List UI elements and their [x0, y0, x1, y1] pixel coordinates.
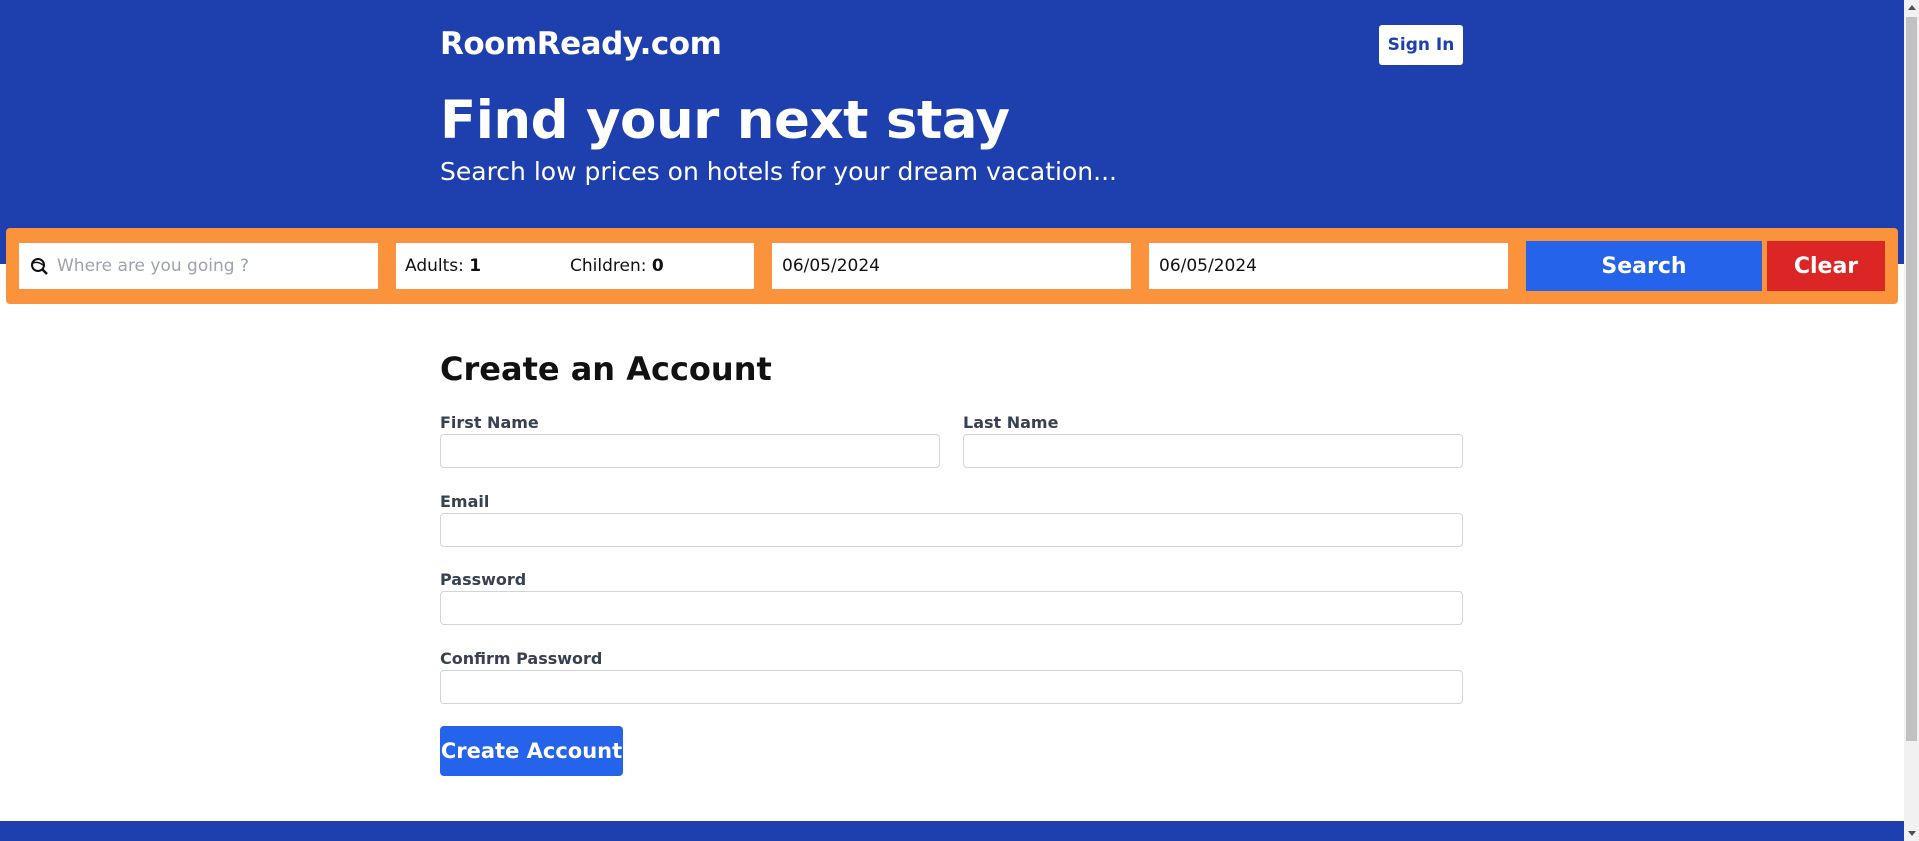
search-button[interactable]: Search: [1526, 241, 1762, 291]
email-input[interactable]: [440, 513, 1463, 547]
confirm-password-input[interactable]: [440, 670, 1463, 704]
clear-button[interactable]: Clear: [1767, 241, 1885, 291]
destination-input[interactable]: [57, 256, 357, 276]
children-label: Children:: [570, 256, 647, 276]
check-out-date[interactable]: 06/05/2024: [1149, 243, 1508, 289]
confirm-password-label: Confirm Password: [440, 649, 603, 668]
adults-label: Adults:: [405, 256, 464, 276]
guests-field: Adults: 1 Children: 0: [396, 243, 754, 289]
sign-in-button[interactable]: Sign In: [1379, 25, 1463, 65]
scroll-down-icon[interactable]: [1908, 831, 1916, 836]
create-account-button[interactable]: Create Account: [440, 726, 623, 776]
adults-count[interactable]: Adults: 1: [405, 256, 570, 276]
site-footer: [0, 821, 1904, 841]
adults-value: 1: [469, 256, 482, 276]
last-name-label: Last Name: [963, 413, 1059, 432]
children-value: 0: [651, 256, 664, 276]
brand-logo[interactable]: RoomReady.com: [440, 26, 722, 62]
globe-search-icon: [29, 256, 49, 276]
hero-title: Find your next stay: [440, 90, 1010, 151]
check-in-date[interactable]: 06/05/2024: [772, 243, 1131, 289]
password-input[interactable]: [440, 591, 1463, 625]
scroll-up-icon[interactable]: [1908, 5, 1916, 10]
first-name-input[interactable]: [440, 434, 940, 468]
children-count[interactable]: Children: 0: [570, 256, 735, 276]
last-name-input[interactable]: [963, 434, 1463, 468]
destination-field[interactable]: [19, 243, 378, 289]
first-name-label: First Name: [440, 413, 539, 432]
hero-subtitle: Search low prices on hotels for your dre…: [440, 157, 1117, 186]
email-label: Email: [440, 492, 490, 511]
scroll-thumb[interactable]: [1906, 17, 1917, 741]
password-label: Password: [440, 570, 527, 589]
form-title: Create an Account: [440, 350, 772, 388]
page-scrollbar[interactable]: [1904, 0, 1919, 841]
site-header: RoomReady.com Sign In Find your next sta…: [0, 0, 1904, 264]
